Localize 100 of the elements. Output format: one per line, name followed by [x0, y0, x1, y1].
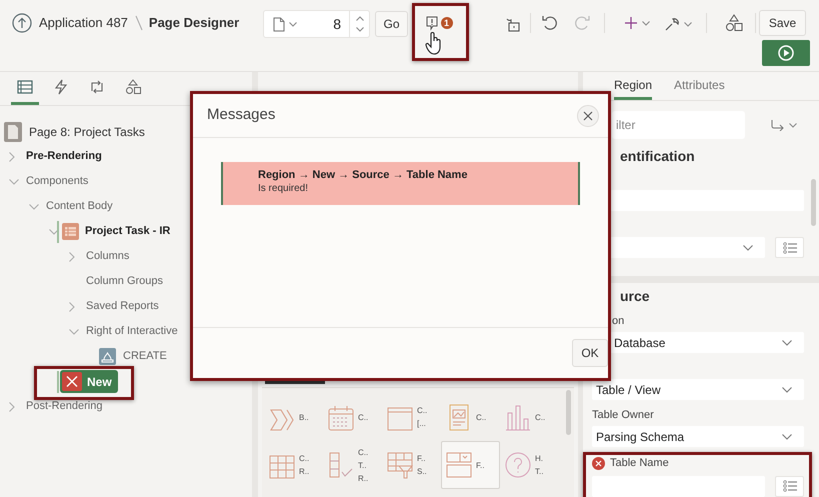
filter-field[interactable]: ilter: [612, 111, 745, 139]
error-icon: [62, 372, 82, 391]
grid-icon: [17, 79, 33, 95]
field-label: Table Owner: [591, 408, 655, 422]
alert-icon: [426, 16, 438, 30]
dialog-title: Messages: [207, 105, 276, 126]
app-link[interactable]: Application 487: [39, 13, 128, 33]
tree-node[interactable]: Components: [26, 173, 88, 190]
go-button[interactable]: Go: [375, 11, 408, 37]
field-label: on: [611, 314, 626, 328]
caret-icon[interactable]: [789, 122, 797, 128]
caret-icon[interactable]: [289, 22, 297, 26]
ok-button[interactable]: OK: [572, 339, 608, 367]
save-button[interactable]: Save: [759, 10, 806, 36]
caret-right-icon[interactable]: [69, 252, 75, 262]
gallery-label: C..: [358, 446, 368, 458]
section-heading: urce: [619, 287, 651, 306]
caret-icon[interactable]: [642, 20, 650, 26]
scrollbar-thumb[interactable]: [811, 179, 816, 226]
tree-node[interactable]: Pre-Rendering: [26, 148, 102, 165]
scrollbar-thumb[interactable]: [566, 390, 571, 435]
list-button[interactable]: [775, 476, 804, 496]
run-button[interactable]: [762, 40, 810, 66]
gallery-label: C..: [535, 412, 546, 424]
gallery-item[interactable]: C..: [441, 393, 500, 441]
tree-node[interactable]: Column Groups: [86, 273, 164, 290]
page-selector[interactable]: 8: [263, 10, 370, 38]
gallery-label: B..: [299, 412, 309, 424]
select-field[interactable]: Table / View: [592, 379, 804, 400]
caret-icon: [782, 340, 792, 346]
gallery-item[interactable]: F..: [441, 441, 500, 489]
error-icon: [592, 456, 605, 470]
caret-right-icon[interactable]: [9, 152, 15, 162]
panel-tab[interactable]: [11, 79, 39, 105]
messages-button[interactable]: 1: [418, 10, 460, 36]
gallery-label: T..: [535, 466, 544, 478]
tree-node[interactable]: Columns: [86, 248, 130, 265]
tree-node[interactable]: Page 8: Project Tasks: [29, 122, 145, 140]
increment-icon[interactable]: [356, 16, 364, 21]
undo-icon[interactable]: [542, 15, 558, 31]
input-field[interactable]: [610, 190, 804, 211]
message-count-badge: 1: [440, 17, 452, 29]
gallery-item[interactable]: C.. T.. R..: [323, 441, 382, 489]
calendar-icon: [328, 404, 354, 430]
tree-node[interactable]: Saved Reports: [86, 298, 159, 315]
add-menu-button[interactable]: [625, 17, 650, 29]
select-field[interactable]: [610, 237, 765, 258]
go-to-menu-button[interactable]: [771, 119, 797, 131]
list-button[interactable]: [775, 237, 804, 258]
caret-icon: [782, 386, 792, 392]
checklist-icon: [328, 452, 354, 478]
caret-down-icon[interactable]: [29, 204, 39, 210]
filter-icon: [387, 452, 413, 478]
error-node-badge[interactable]: New: [60, 370, 118, 393]
plus-icon: [625, 17, 637, 29]
gallery-item[interactable]: C.. [...: [382, 393, 441, 441]
decrement-icon[interactable]: [356, 27, 364, 32]
close-button[interactable]: [577, 104, 599, 126]
tree-node[interactable]: Content Body: [46, 198, 113, 215]
message-path: Region → New → Source → Table Name: [258, 168, 468, 182]
close-icon: [583, 110, 593, 120]
gallery-item[interactable]: C..: [500, 393, 559, 441]
highlight-frame: [412, 3, 469, 61]
shapes-icon[interactable]: [725, 14, 743, 32]
tree-node[interactable]: Project Task - IR: [85, 223, 170, 240]
gallery-label: C..: [358, 412, 368, 424]
gallery-item[interactable]: C..: [323, 393, 382, 441]
caret-down-icon[interactable]: [49, 228, 59, 234]
caret-right-icon[interactable]: [69, 302, 75, 312]
select-field[interactable]: Database: [610, 332, 804, 353]
shapes-icon: [125, 79, 141, 95]
gallery-item[interactable]: H. T..: [500, 441, 559, 489]
gallery-label: C..: [417, 405, 428, 417]
caret-icon: [782, 434, 792, 440]
hand-cursor-icon: [425, 31, 443, 55]
select-field[interactable]: Parsing Schema: [592, 426, 804, 447]
breadcrumb-separator-icon: [134, 15, 143, 31]
utilities-menu-button[interactable]: [664, 16, 692, 32]
chart-icon: [505, 404, 531, 430]
property-tab[interactable]: Attributes: [674, 76, 725, 100]
caret-down-icon[interactable]: [69, 328, 79, 334]
gallery-item[interactable]: F.. S..: [382, 441, 441, 489]
tree-node[interactable]: Right of Interactive: [86, 323, 178, 340]
gallery-item[interactable]: C.. R..: [264, 441, 323, 489]
caret-right-icon[interactable]: [9, 402, 15, 412]
tree-node[interactable]: Post-Rendering: [26, 398, 102, 415]
help-icon: [505, 452, 531, 478]
section-heading: entification: [619, 147, 696, 166]
gallery-label: T..: [358, 460, 368, 472]
form-icon: [446, 452, 472, 478]
gallery-item[interactable]: B..: [264, 393, 323, 441]
caret-down-icon[interactable]: [9, 178, 19, 184]
gallery-label: C..: [299, 453, 310, 465]
page-title: Page Designer: [148, 14, 240, 32]
button-node-icon: [99, 348, 116, 365]
page-icon: [273, 16, 285, 32]
gallery-label: C..: [476, 412, 486, 424]
property-tab[interactable]: Region: [614, 76, 652, 100]
tree-node[interactable]: CREATE: [123, 348, 167, 365]
caret-icon[interactable]: [684, 22, 692, 26]
